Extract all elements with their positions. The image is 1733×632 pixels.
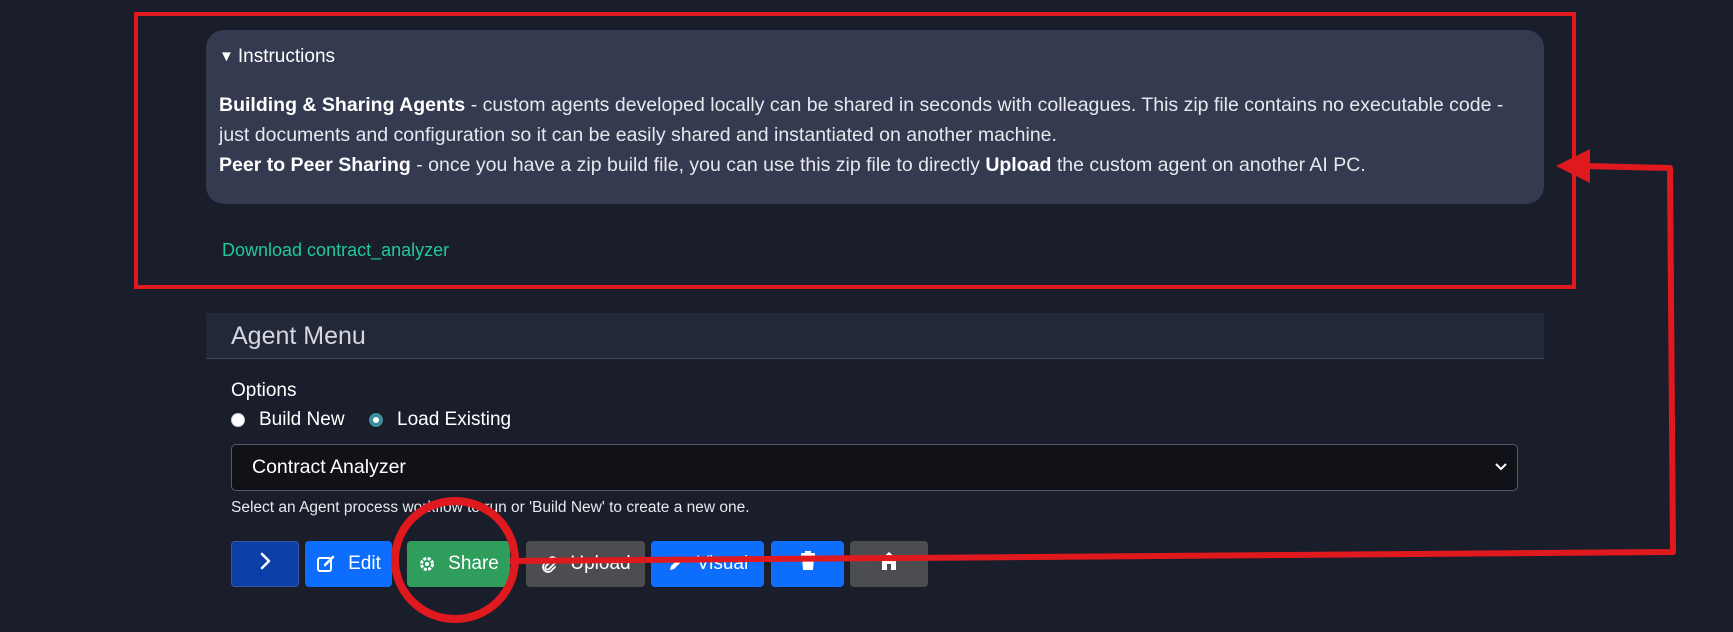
agent-select[interactable]: Contract Analyzer	[231, 444, 1518, 491]
caret-down-icon: ▼	[219, 48, 234, 65]
edit-button-label: Edit	[348, 553, 381, 574]
agent-menu-title: Agent Menu	[206, 313, 1544, 359]
radio-load-existing-label: Load Existing	[397, 409, 512, 430]
agent-select-value: Contract Analyzer	[252, 456, 406, 478]
instructions-panel: ▼ Instructions Building & Sharing Agents …	[206, 30, 1544, 204]
radio-load-existing[interactable]: Load Existing	[369, 409, 511, 431]
options-label: Options	[231, 380, 297, 401]
building-sharing-heading: Building & Sharing Agents	[219, 94, 466, 116]
upload-button[interactable]: Upload	[526, 541, 645, 587]
gear-icon	[418, 555, 436, 573]
instructions-toggle[interactable]: ▼ Instructions	[219, 44, 1531, 70]
home-button[interactable]	[850, 541, 928, 587]
radio-build-new[interactable]: Build New	[231, 409, 345, 431]
peer-sharing-text-b: the custom agent on another AI PC.	[1051, 154, 1366, 176]
house-icon	[878, 551, 900, 577]
upload-button-label: Upload	[570, 553, 631, 574]
instructions-summary: Instructions	[237, 46, 336, 67]
peer-sharing-text-a: - once you have a zip build file, you ca…	[410, 154, 986, 176]
select-help-text: Select an Agent process workflow to run …	[231, 499, 750, 516]
chevron-right-icon	[258, 552, 272, 576]
pen-icon	[667, 555, 685, 573]
instructions-paragraph-1: Building & Sharing Agents - custom agent…	[219, 90, 1531, 150]
radio-build-new-label: Build New	[259, 409, 345, 430]
upload-emphasis: Upload	[985, 154, 1052, 176]
radio-build-new-circle[interactable]	[231, 413, 245, 427]
share-button-label: Share	[448, 553, 499, 574]
chevron-down-icon	[1495, 445, 1507, 508]
instructions-body: Building & Sharing Agents - custom agent…	[219, 90, 1531, 180]
run-button[interactable]	[231, 541, 299, 587]
trash-icon	[799, 551, 817, 577]
paperclip-icon	[540, 555, 558, 573]
delete-button[interactable]	[771, 541, 844, 587]
visual-button-label: Visual	[696, 553, 749, 574]
peer-sharing-heading: Peer to Peer Sharing	[219, 154, 411, 176]
share-button[interactable]: Share	[407, 541, 510, 587]
visual-button[interactable]: Visual	[651, 541, 764, 587]
annotation-arrowhead	[1556, 149, 1590, 183]
download-link[interactable]: Download contract_analyzer	[222, 240, 449, 261]
pencil-square-icon	[316, 554, 336, 574]
instructions-paragraph-2: Peer to Peer Sharing - once you have a z…	[219, 150, 1531, 180]
edit-button[interactable]: Edit	[305, 541, 392, 587]
radio-load-existing-circle[interactable]	[369, 413, 383, 427]
